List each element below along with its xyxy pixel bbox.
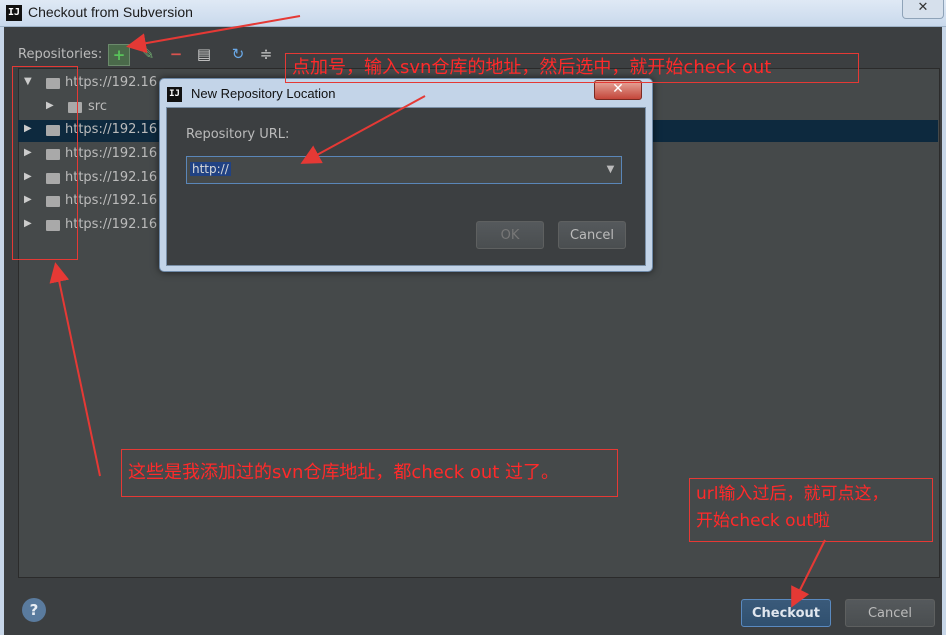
- arrow-to-tree: [49, 262, 101, 477]
- arrow-to-url-input: [300, 95, 426, 164]
- arrow-to-add-button: [126, 15, 301, 54]
- annotation-arrows: [49, 15, 826, 608]
- arrow-to-checkout: [791, 539, 826, 608]
